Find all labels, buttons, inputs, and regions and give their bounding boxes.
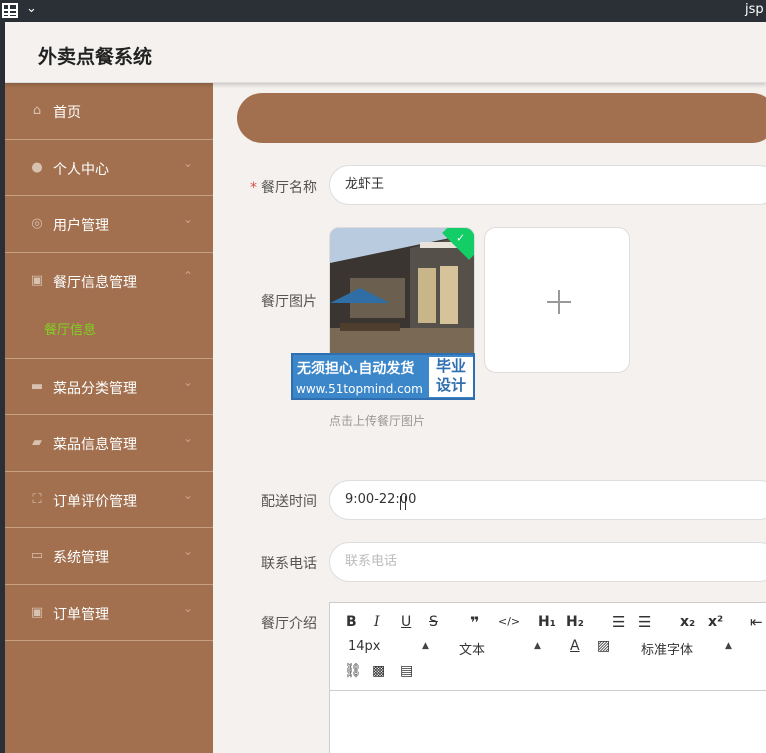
delivery-time-input[interactable]: 9:00-22:00 (329, 480, 766, 520)
name-label: * 餐厅名称 (250, 177, 317, 197)
underline-icon[interactable]: U (401, 614, 411, 630)
page-banner (237, 93, 766, 143)
chevron-down-icon: ⌄ (183, 374, 194, 389)
image-icon[interactable]: ▩ (372, 663, 385, 679)
font-family-select[interactable]: 标准字体 (641, 639, 693, 658)
sidebar-subitem-restaurant-info[interactable]: 餐厅信息 (44, 319, 96, 338)
clipboard-icon: ▣ (30, 272, 44, 288)
delivery-time-label: 配送时间 (261, 494, 317, 510)
chevron-up-icon: ⌃ (183, 268, 194, 283)
editor-toolbar: B I U S ❞ </> H₁ H₂ ☰ ☰ x₂ x² ⇤ 14px ▲ 文… (330, 603, 766, 691)
sidebar-item-profile[interactable]: ● 个人中心 ⌄ (5, 140, 213, 196)
link-icon[interactable]: ⛓ (344, 663, 362, 679)
sidebar-item-label: 订单管理 (53, 606, 109, 623)
restaurant-image-thumbnail[interactable] (329, 227, 475, 373)
sidebar-item-system[interactable]: ▭ 系统管理 ⌄ (5, 528, 213, 585)
font-family-arrow-icon: ▲ (725, 641, 732, 651)
chevron-down-icon: ⌄ (183, 600, 194, 615)
chevron-down-icon: ⌄ (183, 431, 194, 445)
bullet-list-icon[interactable]: ☰ (638, 613, 651, 631)
monitor-icon: ▭ (30, 548, 44, 563)
chevron-down-icon: ⌄ (183, 544, 194, 558)
phone-label: 联系电话 (261, 556, 317, 572)
watermark-tag-line1: 毕业 (435, 357, 466, 375)
ordered-list-icon[interactable]: ☰ (612, 613, 625, 631)
sidebar-item-label: 首页 (53, 105, 81, 121)
font-size-select[interactable]: 14px (348, 639, 381, 654)
background-color-icon[interactable]: ▨ (597, 638, 610, 654)
phone-input[interactable]: 联系电话 (329, 542, 766, 582)
watermark-line1: 无须担心.自动发货 (297, 361, 415, 377)
main-content: *餐厅名称 龙虾王 餐厅图片 无须担心.自动发货 ww (213, 83, 766, 753)
sidebar-item-label: 菜品信息管理 (53, 437, 137, 453)
sidebar-item-label: 菜品分类管理 (53, 380, 137, 397)
upload-hint: 点击上传餐厅图片 (329, 414, 426, 428)
chevron-down-icon: ⌄ (183, 155, 194, 170)
name-label-text: 餐厅名称 (261, 180, 317, 196)
font-color-icon[interactable]: A (570, 638, 580, 654)
subscript-icon[interactable]: x₂ (680, 614, 695, 630)
sidebar-item-orders[interactable]: ▣ 订单管理 ⌄ (5, 585, 213, 641)
rich-text-editor[interactable]: B I U S ❞ </> H₁ H₂ ☰ ☰ x₂ x² ⇤ 14px ▲ 文… (329, 602, 766, 753)
sidebar: ⌂ 首页 ● 个人中心 ⌄ ◎ 用户管理 ⌄ ▣ 餐厅信息管理 ⌃ 餐厅信息 ▬… (5, 83, 213, 753)
outdent-icon[interactable]: ⇤ (750, 613, 763, 631)
italic-icon[interactable]: I (374, 614, 380, 630)
watermark-tag: 毕业 设计 (429, 357, 473, 397)
sidebar-item-restaurant-info[interactable]: ▣ 餐厅信息管理 ⌃ 餐厅信息 (5, 253, 213, 359)
clipboard-icon: ▣ (30, 604, 44, 620)
sidebar-item-label: 系统管理 (53, 550, 109, 566)
code-block-icon[interactable]: </> (498, 615, 520, 628)
frame-icon: ⛶ (32, 491, 42, 507)
window-menu-icon[interactable] (2, 3, 18, 18)
chevron-down-icon: ⌄ (183, 212, 194, 226)
header: 外卖点餐系统 (5, 22, 766, 83)
sidebar-item-label: 订单评价管理 (53, 493, 137, 510)
intro-label: 餐厅介绍 (261, 616, 317, 632)
add-image-button[interactable] (484, 227, 630, 373)
video-icon[interactable]: ▤ (400, 663, 413, 679)
chevron-down-icon[interactable]: ⌄ (26, 1, 37, 16)
briefcase-icon: ▰ (32, 435, 42, 450)
users-icon: ◎ (31, 216, 43, 231)
superscript-icon[interactable]: x² (708, 614, 723, 630)
home-icon: ⌂ (32, 103, 42, 118)
sidebar-item-dish-info[interactable]: ▰ 菜品信息管理 ⌄ (5, 415, 213, 472)
app-title: 外卖点餐系统 (38, 46, 153, 68)
sidebar-item-order-review[interactable]: ⛶ 订单评价管理 ⌄ (5, 472, 213, 528)
text-cursor-icon (400, 496, 406, 510)
sidebar-item-home[interactable]: ⌂ 首页 (5, 83, 213, 140)
watermark-line2: www.51topmind.com (296, 382, 423, 396)
font-size-arrow-icon: ▲ (422, 641, 429, 651)
text-type-select[interactable]: 文本 (459, 639, 485, 658)
restaurant-name-input[interactable]: 龙虾王 (329, 165, 766, 205)
sidebar-item-dish-category[interactable]: ▬ 菜品分类管理 ⌄ (5, 359, 213, 415)
sidebar-item-label: 个人中心 (53, 161, 109, 178)
sidebar-item-label: 用户管理 (53, 218, 109, 234)
text-type-arrow-icon: ▲ (534, 641, 541, 651)
quote-icon[interactable]: ❞ (470, 613, 479, 632)
restaurant-photo (330, 228, 474, 372)
app-window: 外卖点餐系统 ⌂ 首页 ● 个人中心 ⌄ ◎ 用户管理 ⌄ ▣ 餐厅信息管理 ⌃… (5, 22, 766, 753)
strikethrough-icon[interactable]: S (429, 614, 438, 630)
heading1-icon[interactable]: H₁ (538, 614, 556, 630)
sidebar-item-label: 餐厅信息管理 (53, 274, 137, 291)
sidebar-item-users[interactable]: ◎ 用户管理 ⌄ (5, 196, 213, 253)
plus-icon (547, 290, 571, 314)
os-title-bar: ⌄ jsp (0, 0, 766, 22)
heading2-icon[interactable]: H₂ (566, 614, 584, 630)
chat-icon: ▬ (30, 378, 44, 394)
url-fragment: jsp (745, 2, 764, 17)
image-label: 餐厅图片 (261, 294, 317, 310)
bold-icon[interactable]: B (346, 614, 357, 630)
user-icon: ● (31, 159, 43, 175)
watermark-banner: 无须担心.自动发货 www.51topmind.com 毕业 设计 (291, 353, 475, 400)
required-asterisk-icon: * (250, 180, 257, 196)
chevron-down-icon: ⌄ (183, 487, 194, 502)
watermark-tag-line2: 设计 (435, 376, 466, 394)
